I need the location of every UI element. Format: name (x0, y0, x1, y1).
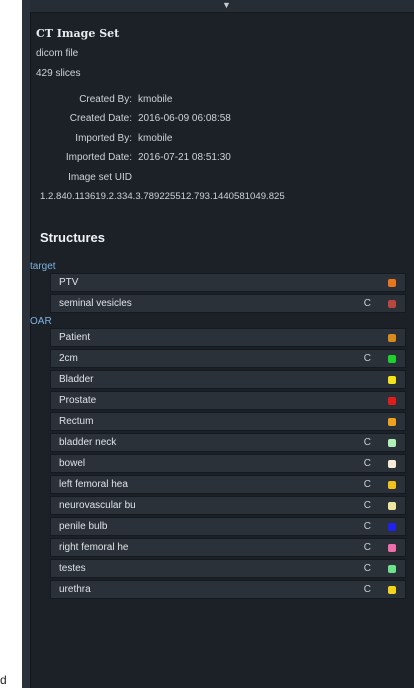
structure-name: Rectum (59, 416, 94, 427)
structure-name: bowel (59, 458, 86, 469)
structure-name: seminal vesicles (59, 298, 132, 309)
structure-name: bladder neck (59, 437, 117, 448)
meta-value: kmobile (138, 132, 173, 144)
structure-color-swatch[interactable] (388, 502, 396, 510)
structure-color-swatch[interactable] (388, 565, 396, 573)
structure-color-swatch[interactable] (388, 376, 396, 384)
structure-contour-flag[interactable]: C (364, 518, 371, 536)
edge-text: d (0, 673, 7, 687)
structure-row[interactable]: testes C (50, 559, 406, 578)
structure-contour-flag[interactable]: C (364, 455, 371, 473)
structure-row[interactable]: bladder neck C (50, 433, 406, 452)
panel-side-strip (22, 0, 31, 688)
structure-group-label[interactable]: target (30, 261, 56, 273)
meta-row-image-set-uid: Image set UID (36, 168, 406, 187)
structure-contour-flag[interactable]: C (364, 295, 371, 313)
structure-row[interactable]: Rectum (50, 412, 406, 431)
structure-contour-flag[interactable]: C (364, 539, 371, 557)
structure-color-swatch[interactable] (388, 586, 396, 594)
structure-group-label[interactable]: OAR (30, 316, 52, 328)
structure-color-swatch[interactable] (388, 439, 396, 447)
meta-row-imported-date: Imported Date: 2016-07-21 08:51:30 (36, 148, 406, 167)
structure-color-swatch[interactable] (388, 460, 396, 468)
structure-color-swatch[interactable] (388, 523, 396, 531)
structure-row[interactable]: urethra C (50, 580, 406, 599)
meta-label: Created By: (79, 94, 132, 105)
structure-contour-flag[interactable]: C (364, 476, 371, 494)
structure-contour-flag[interactable]: C (364, 581, 371, 599)
structure-color-swatch[interactable] (388, 279, 396, 287)
structure-name: testes (59, 563, 86, 574)
image-set-uid-value: 1.2.840.113619.2.334.3.789225512.793.144… (40, 190, 285, 202)
structures-heading: Structures (40, 230, 106, 245)
image-set-metadata: Created By: kmobile Created Date: 2016-0… (36, 90, 406, 207)
structure-name: penile bulb (59, 521, 108, 532)
structure-row[interactable]: seminal vesicles C (50, 294, 406, 313)
structure-row[interactable]: bowel C (50, 454, 406, 473)
structure-color-swatch[interactable] (388, 300, 396, 308)
collapse-bar[interactable]: ▼ (30, 0, 414, 13)
meta-label: Created Date: (69, 113, 132, 125)
meta-row-imported-by: Imported By: kmobile (36, 129, 406, 148)
image-set-title: CT Image Set (36, 27, 120, 40)
structure-row[interactable]: Bladder (50, 370, 406, 389)
structure-contour-flag[interactable]: C (364, 350, 371, 368)
structure-name: Patient (59, 332, 91, 343)
image-set-type: dicom file (36, 48, 79, 59)
meta-label: Imported Date: (65, 152, 132, 164)
structure-name: Bladder (59, 374, 94, 385)
structure-row[interactable]: right femoral he C (50, 538, 406, 557)
meta-value: 2016-07-21 08:51:30 (138, 152, 231, 164)
structure-name: left femoral hea (59, 479, 128, 490)
structure-color-swatch[interactable] (388, 397, 396, 405)
structure-name: right femoral he (59, 542, 129, 553)
structure-contour-flag[interactable]: C (364, 560, 371, 578)
meta-value: kmobile (138, 94, 173, 105)
structure-row[interactable]: penile bulb C (50, 517, 406, 536)
meta-label: Imported By: (75, 132, 132, 144)
image-set-panel: ▼ CT Image Set dicom file 429 slices Cre… (22, 0, 414, 688)
structure-name: urethra (59, 584, 91, 595)
structure-contour-flag[interactable]: C (364, 434, 371, 452)
collapse-arrow-icon[interactable]: ▼ (222, 0, 231, 11)
structure-row[interactable]: neurovascular bu C (50, 496, 406, 515)
structure-row[interactable]: left femoral hea C (50, 475, 406, 494)
image-set-slices: 429 slices (36, 68, 81, 79)
image-set-info: CT Image Set dicom file 429 slices Creat… (36, 24, 406, 207)
structure-row[interactable]: 2cm C (50, 349, 406, 368)
structure-row[interactable]: PTV (50, 273, 406, 292)
structure-row[interactable]: Prostate (50, 391, 406, 410)
structure-row[interactable]: Patient (50, 328, 406, 347)
structure-color-swatch[interactable] (388, 334, 396, 342)
structure-name: Prostate (59, 395, 97, 406)
structure-name: 2cm (59, 353, 78, 364)
meta-row-created-date: Created Date: 2016-06-09 06:08:58 (36, 109, 406, 128)
structure-name: neurovascular bu (59, 500, 136, 511)
structure-color-swatch[interactable] (388, 355, 396, 363)
structure-name: PTV (59, 277, 79, 288)
structure-color-swatch[interactable] (388, 544, 396, 552)
structure-contour-flag[interactable]: C (364, 497, 371, 515)
structure-color-swatch[interactable] (388, 481, 396, 489)
structure-color-swatch[interactable] (388, 418, 396, 426)
meta-row-created-by: Created By: kmobile (36, 90, 406, 109)
meta-label: Image set UID (68, 171, 132, 183)
meta-value: 2016-06-09 06:08:58 (138, 113, 231, 125)
